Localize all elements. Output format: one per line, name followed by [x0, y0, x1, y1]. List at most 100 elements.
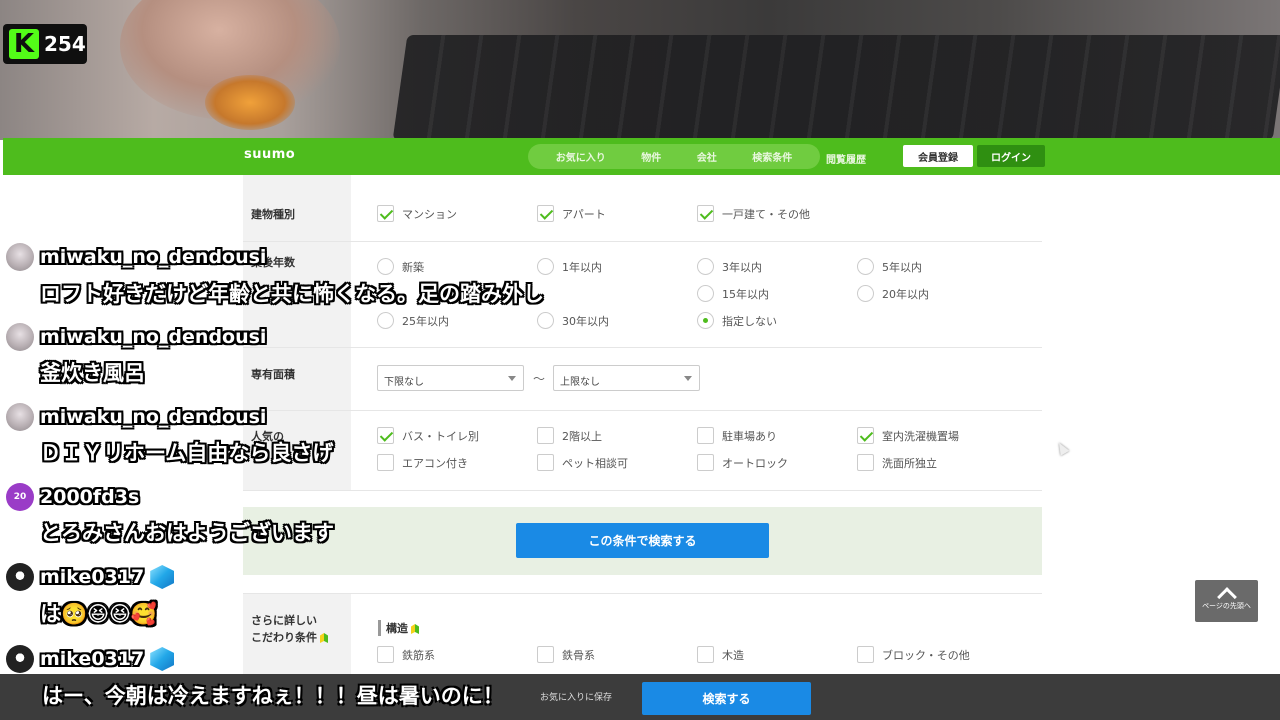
opt-autolock[interactable]: オートロック: [697, 454, 788, 471]
login-button[interactable]: ログイン: [977, 145, 1045, 167]
username: mike0317: [40, 648, 145, 670]
checkbox[interactable]: [697, 205, 714, 222]
opt-pet[interactable]: ペット相談可: [537, 454, 628, 471]
opt-age-3[interactable]: 3年以内: [697, 258, 762, 275]
checkbox[interactable]: [377, 427, 394, 444]
opt-parking[interactable]: 駐車場あり: [697, 427, 777, 444]
opt-label: 鉄骨系: [562, 648, 595, 662]
opt-aircon[interactable]: エアコン付き: [377, 454, 468, 471]
checkbox[interactable]: [857, 454, 874, 471]
radio[interactable]: [537, 312, 554, 329]
avatar: [6, 323, 34, 351]
nav-favorites[interactable]: お気に入り: [556, 149, 606, 164]
checkbox[interactable]: [697, 646, 714, 663]
opt-apartment[interactable]: アパート: [537, 205, 606, 222]
checkbox[interactable]: [377, 454, 394, 471]
checkbox[interactable]: [377, 646, 394, 663]
opt-label: 室内洗濯機置場: [882, 429, 959, 443]
radio[interactable]: [857, 285, 874, 302]
radio[interactable]: [537, 258, 554, 275]
opt-label: アパート: [562, 207, 606, 221]
opt-label: 15年以内: [722, 287, 769, 301]
opt-age-15[interactable]: 15年以内: [697, 285, 769, 302]
chat-text: 釜炊き風呂: [40, 361, 145, 385]
opt-label: マンション: [402, 207, 457, 221]
opt-label: ブロック・その他: [882, 648, 970, 662]
kick-logo-icon: K: [9, 29, 39, 59]
opt-rc[interactable]: 鉄筋系: [377, 646, 435, 663]
opt-label: 駐車場あり: [722, 429, 777, 443]
opt-2f[interactable]: 2階以上: [537, 427, 602, 444]
label-area: 専有面積: [243, 348, 351, 410]
nav-company[interactable]: 会社: [697, 149, 717, 164]
avatar: [6, 645, 34, 673]
area-min-value: 下限なし: [384, 377, 424, 388]
opt-label: オートロック: [722, 456, 788, 470]
avatar: [6, 243, 34, 271]
opt-washer[interactable]: 室内洗濯機置場: [857, 427, 959, 444]
chat-user: 20 2000fd3s: [6, 483, 139, 511]
bottom-search-button[interactable]: 検索する: [642, 682, 811, 715]
checkbox[interactable]: [537, 454, 554, 471]
orange-blur: [205, 75, 295, 130]
opt-age-new[interactable]: 新築: [377, 258, 424, 275]
opt-house[interactable]: 一戸建て・その他: [697, 205, 810, 222]
radio[interactable]: [857, 258, 874, 275]
opt-bath-toilet[interactable]: バス・トイレ別: [377, 427, 479, 444]
opt-wood[interactable]: 木造: [697, 646, 744, 663]
checkbox[interactable]: [697, 454, 714, 471]
save-favorite-link[interactable]: お気に入りに保存: [540, 690, 612, 703]
radio[interactable]: [697, 258, 714, 275]
radio[interactable]: [377, 258, 394, 275]
beginner-leaf-icon: [320, 633, 328, 643]
chevron-down-icon: [508, 376, 516, 381]
nav-search-conditions[interactable]: 検索条件: [752, 149, 792, 164]
chat-user: miwaku_no_dendousi: [6, 243, 266, 271]
checkbox[interactable]: [697, 427, 714, 444]
chevron-down-icon: [684, 376, 692, 381]
checkbox[interactable]: [537, 205, 554, 222]
search-with-conditions-button[interactable]: この条件で検索する: [516, 523, 769, 558]
structure-title-text: 構造: [386, 622, 408, 635]
scroll-to-top-button[interactable]: ページの先頭へ: [1195, 580, 1258, 622]
suumo-logo[interactable]: suumo: [244, 147, 295, 162]
area-min-select[interactable]: 下限なし: [377, 365, 524, 391]
opt-block[interactable]: ブロック・その他: [857, 646, 970, 663]
opt-age-20[interactable]: 20年以内: [857, 285, 929, 302]
chat-text: とろみさんおはようございます: [40, 521, 334, 545]
nav-history[interactable]: 閲覧履歴: [826, 151, 866, 166]
suumo-header: suumo お気に入り 物件 会社 検索条件 閲覧履歴 会員登録 ログイン: [3, 138, 1280, 175]
register-button[interactable]: 会員登録: [903, 145, 973, 167]
radio[interactable]: [697, 312, 714, 329]
username: miwaku_no_dendousi: [40, 246, 267, 268]
radio[interactable]: [377, 312, 394, 329]
row-popular: 人気の バス・トイレ別 2階以上 駐車場あり 室内洗濯機置場 エアコン付き ペッ…: [243, 411, 1042, 491]
opt-label: 25年以内: [402, 314, 449, 328]
radio[interactable]: [697, 285, 714, 302]
opt-mansion[interactable]: マンション: [377, 205, 457, 222]
opt-label: 新築: [402, 260, 424, 274]
checkbox[interactable]: [377, 205, 394, 222]
checkbox[interactable]: [537, 646, 554, 663]
opt-age-30[interactable]: 30年以内: [537, 312, 609, 329]
checkbox[interactable]: [857, 427, 874, 444]
nav-property[interactable]: 物件: [641, 149, 661, 164]
chat-text: ＤＩＹリホーム自由なら良さげ: [40, 441, 334, 465]
opt-age-25[interactable]: 25年以内: [377, 312, 449, 329]
opt-label: バス・トイレ別: [402, 429, 479, 443]
opt-age-any[interactable]: 指定しない: [697, 312, 777, 329]
avatar: [6, 403, 34, 431]
username: miwaku_no_dendousi: [40, 406, 267, 428]
search-band: この条件で検索する: [243, 507, 1042, 575]
area-max-select[interactable]: 上限なし: [553, 365, 700, 391]
opt-label: 一戸建て・その他: [722, 207, 810, 221]
opt-steel[interactable]: 鉄骨系: [537, 646, 595, 663]
avatar: [6, 563, 34, 591]
opt-label: 3年以内: [722, 260, 762, 274]
opt-age-1[interactable]: 1年以内: [537, 258, 602, 275]
opt-age-5[interactable]: 5年以内: [857, 258, 922, 275]
viewer-count: 254: [44, 32, 86, 56]
opt-washroom[interactable]: 洗面所独立: [857, 454, 937, 471]
checkbox[interactable]: [537, 427, 554, 444]
checkbox[interactable]: [857, 646, 874, 663]
